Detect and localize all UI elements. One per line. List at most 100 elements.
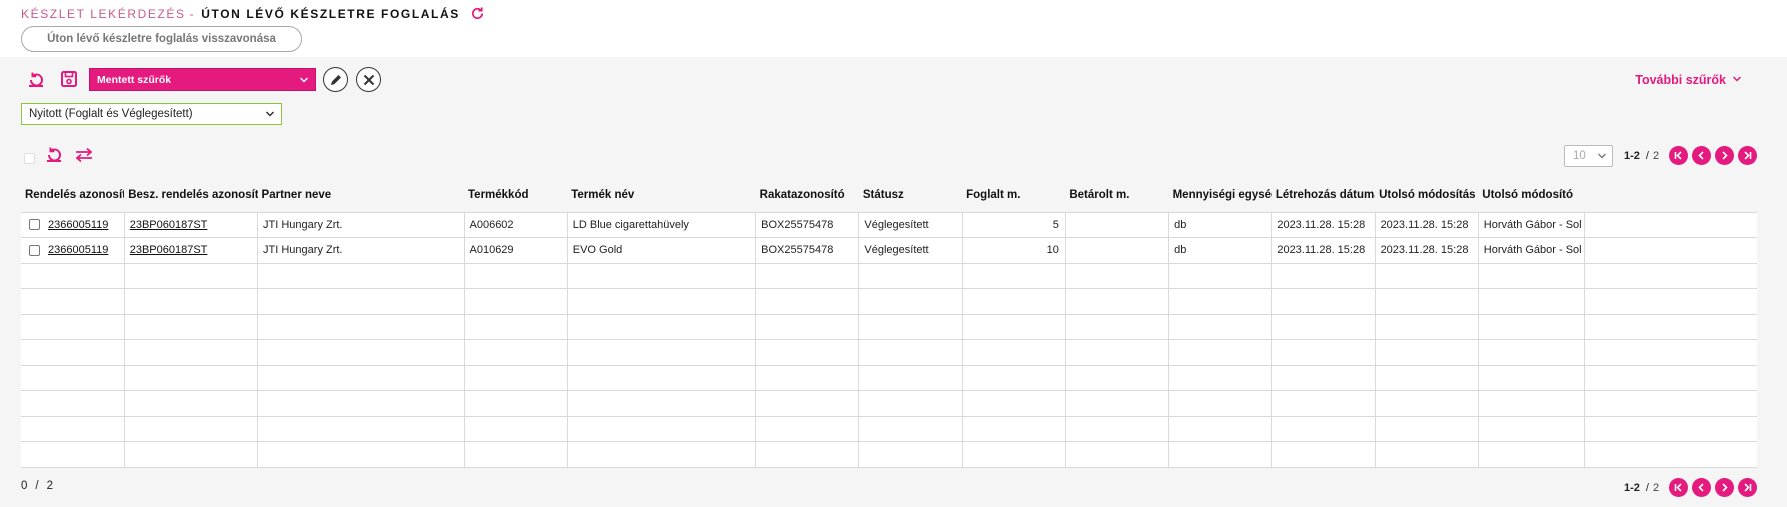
breadcrumb: KÉSZLET LEKÉRDEZÉS - ÚTON LÉVŐ KÉSZLETRE…	[21, 6, 485, 21]
page-slash: /	[1645, 149, 1649, 162]
select-all-checkbox[interactable]	[24, 150, 35, 168]
empty-cell	[1271, 339, 1376, 366]
empty-cell	[567, 416, 757, 442]
empty-cell	[21, 365, 125, 391]
reset-icon[interactable]	[44, 145, 64, 165]
column-header[interactable]: Utolsó módosítás	[1375, 178, 1479, 213]
empty-cell	[962, 314, 1066, 340]
prev-page-icon[interactable]	[1692, 478, 1712, 497]
selection-slash: /	[35, 480, 39, 492]
page-size-select[interactable]: 10	[1564, 145, 1613, 167]
status-filter-select[interactable]: Nyitott (Foglalt és Véglegesített)	[21, 103, 282, 125]
empty-cell	[464, 441, 568, 468]
empty-cell	[124, 263, 259, 289]
empty-cell	[858, 416, 963, 442]
empty-cell	[1584, 288, 1757, 315]
empty-row	[21, 416, 1757, 442]
empty-cell	[567, 339, 757, 366]
empty-cell	[962, 416, 1066, 442]
column-header[interactable]: Mennyiségi egység	[1168, 178, 1272, 213]
column-header[interactable]: Rendelés azonosító	[21, 178, 125, 213]
empty-cell	[124, 416, 259, 442]
edit-icon[interactable]	[323, 67, 348, 92]
order-id-link[interactable]: 2366005119	[48, 219, 108, 231]
top-pagination: 1-2 / 2	[1624, 146, 1758, 165]
empty-cell	[962, 288, 1066, 315]
empty-cell	[21, 416, 125, 442]
empty-cell	[962, 263, 1066, 289]
empty-cell	[567, 365, 757, 391]
empty-cell	[464, 390, 568, 417]
empty-cell	[1271, 390, 1376, 417]
empty-cell	[257, 441, 465, 468]
empty-cell	[257, 288, 465, 315]
column-header[interactable]: Foglalt m.	[962, 178, 1066, 213]
empty-cell	[755, 288, 860, 315]
column-header[interactable]: Termékkód	[464, 178, 568, 213]
column-header[interactable]: Rakatazonosító	[755, 178, 859, 213]
empty-row	[21, 339, 1757, 366]
empty-cell	[464, 263, 568, 289]
empty-cell	[1584, 441, 1757, 468]
column-header[interactable]: Betárolt m.	[1065, 178, 1169, 213]
next-page-icon[interactable]	[1715, 146, 1735, 165]
row-checkbox[interactable]	[29, 219, 40, 231]
swap-icon[interactable]	[74, 145, 94, 165]
cell-status: Véglegesített	[858, 237, 963, 264]
last-page-icon[interactable]	[1738, 478, 1758, 497]
empty-cell	[755, 441, 860, 468]
column-header[interactable]: Státusz	[858, 178, 963, 213]
empty-cell	[257, 339, 465, 366]
cell-modified: 2023.11.28. 15:28	[1375, 212, 1479, 238]
cell-pallet-id: BOX25575478	[755, 237, 860, 264]
empty-cell	[1478, 441, 1586, 468]
empty-cell	[755, 365, 860, 391]
last-page-icon[interactable]	[1738, 146, 1758, 165]
column-header[interactable]: Partner neve	[257, 178, 464, 213]
cell-product-code: A006602	[464, 212, 568, 238]
saved-filters-select[interactable]: Mentett szűrők	[89, 68, 316, 91]
page-slash: /	[1645, 481, 1649, 494]
close-icon[interactable]	[356, 67, 381, 92]
order-id-cell: 2366005119	[21, 212, 125, 238]
empty-cell	[257, 314, 465, 340]
breadcrumb-parent[interactable]: KÉSZLET LEKÉRDEZÉS	[21, 7, 186, 21]
purchase-order-link[interactable]: 23BP060187ST	[130, 219, 208, 231]
empty-cell	[464, 365, 568, 391]
first-page-icon[interactable]	[1669, 478, 1689, 497]
column-header[interactable]: Létrehozás dátuma	[1271, 178, 1376, 213]
empty-cell	[1065, 390, 1170, 417]
more-filters-button[interactable]: További szűrők	[1635, 73, 1742, 87]
prev-page-icon[interactable]	[1692, 146, 1712, 165]
empty-cell	[1478, 288, 1586, 315]
empty-cell	[962, 390, 1066, 417]
save-icon[interactable]	[59, 69, 79, 89]
next-page-icon[interactable]	[1715, 478, 1735, 497]
purchase-order-link[interactable]: 23BP060187ST	[130, 244, 208, 256]
column-header[interactable]: Besz. rendelés azonosító	[124, 178, 258, 213]
empty-cell	[1065, 441, 1170, 468]
cell-product-name: LD Blue cigarettahüvely	[567, 212, 757, 238]
empty-cell	[21, 441, 125, 468]
empty-cell	[1065, 314, 1170, 340]
empty-cell	[755, 314, 860, 340]
empty-cell	[257, 365, 465, 391]
revoke-reservation-button[interactable]: Úton lévő készletre foglalás visszavonás…	[21, 26, 302, 52]
empty-cell	[858, 339, 963, 366]
column-header[interactable]: Utolsó módosító	[1478, 178, 1585, 213]
empty-cell	[1584, 263, 1757, 289]
refresh-icon[interactable]	[470, 6, 485, 21]
status-filter-value: Nyitott (Foglalt és Véglegesített)	[29, 108, 193, 120]
table-row[interactable]: 2366005119 23BP060187ST JTI Hungary Zrt. A0…	[21, 212, 1757, 238]
reset-icon[interactable]	[26, 70, 46, 90]
empty-cell	[1065, 365, 1170, 391]
empty-cell	[1271, 416, 1376, 442]
empty-cell	[1168, 390, 1273, 417]
first-page-icon[interactable]	[1669, 146, 1689, 165]
cell-product-name: EVO Gold	[567, 237, 757, 264]
row-checkbox[interactable]	[29, 244, 40, 256]
table-row[interactable]: 2366005119 23BP060187ST JTI Hungary Zrt. A0…	[21, 237, 1757, 264]
order-id-link[interactable]: 2366005119	[48, 244, 108, 256]
empty-cell	[567, 390, 757, 417]
column-header[interactable]: Termék név	[567, 178, 756, 213]
